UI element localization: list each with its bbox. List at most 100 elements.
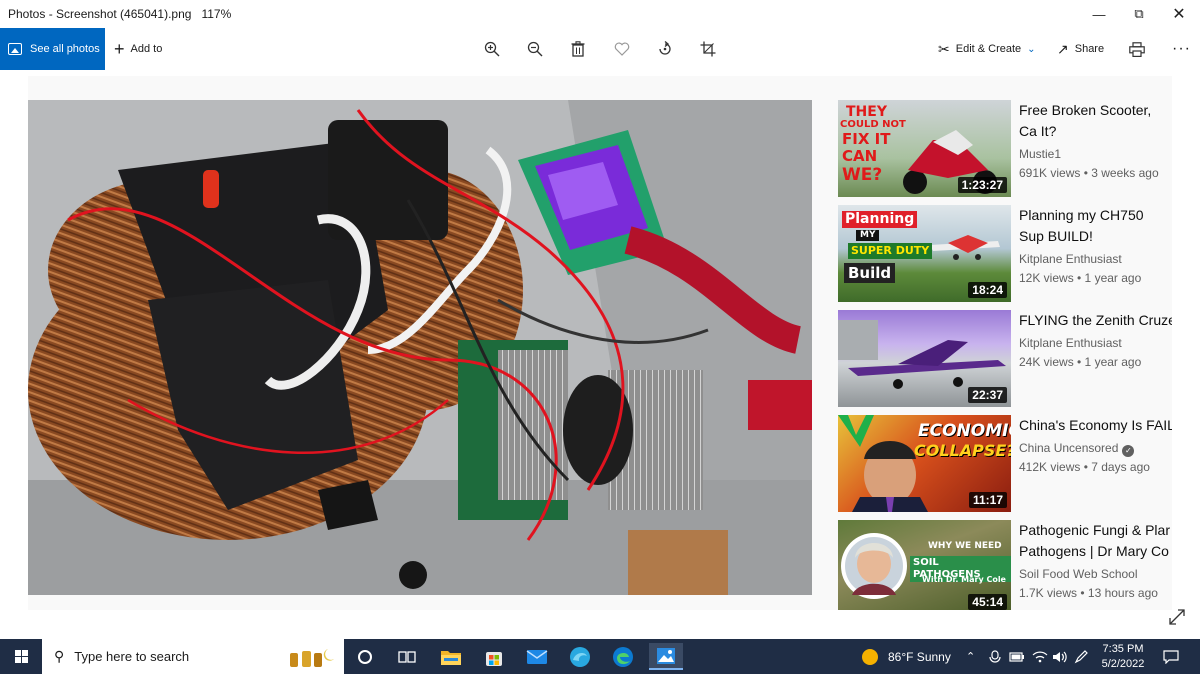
windows-icon — [14, 650, 28, 663]
video-thumbnail[interactable]: WHY WE NEED SOIL PATHOGENS With Dr. Mary… — [838, 520, 1011, 610]
edit-create-icon: ✂ — [938, 40, 950, 57]
video-meta: 691K views • 3 weeks ago — [1019, 166, 1159, 180]
video-duration: 11:17 — [968, 492, 1007, 508]
search-highlight-icon — [282, 645, 338, 669]
video-item[interactable]: 22:37 FLYING the Zenith Cruze Kitplane E… — [838, 310, 1172, 408]
volume-icon[interactable] — [1052, 639, 1068, 674]
add-to-label: Add to — [130, 43, 163, 55]
video-title[interactable]: Planning my CH750 Sup BUILD! — [1019, 205, 1172, 247]
task-view-icon[interactable] — [390, 643, 424, 670]
edit-create-label: Edit & Create — [955, 43, 1022, 55]
restore-icon[interactable]: ⧉ — [1119, 0, 1159, 28]
video-duration: 18:24 — [968, 282, 1007, 298]
video-duration: 1:23:27 — [957, 177, 1007, 193]
thumb-title-line: WHY WE NEED — [928, 541, 1002, 551]
browser-icon[interactable] — [563, 643, 597, 670]
video-meta: 12K views • 1 year ago — [1019, 271, 1142, 285]
title-bar: Photos - Screenshot (465041).png 117% — … — [0, 0, 1200, 28]
pen-icon[interactable] — [1074, 639, 1088, 674]
share-button[interactable]: ↗ Share — [1057, 28, 1104, 70]
chevron-down-icon: ⌄ — [1027, 43, 1036, 55]
taskbar-search[interactable]: ⚲ Type here to search — [42, 639, 344, 674]
video-thumbnail[interactable]: THEY COULD NOT FIX IT CAN WE? 1:23:27 — [838, 100, 1011, 197]
notifications-icon[interactable] — [1163, 639, 1179, 674]
start-button[interactable] — [0, 639, 42, 674]
video-meta: 24K views • 1 year ago — [1019, 355, 1142, 369]
video-title[interactable]: Free Broken Scooter, Ca It? — [1019, 100, 1172, 142]
wifi-icon[interactable] — [1032, 639, 1048, 674]
video-item[interactable]: WHY WE NEED SOIL PATHOGENS With Dr. Mary… — [838, 520, 1172, 610]
thumb-title-line: COLLAPSE? — [914, 441, 1011, 460]
video-channel[interactable]: China Uncensored ✓ — [1019, 441, 1135, 457]
plus-icon: + — [114, 38, 125, 59]
video-channel[interactable]: Soil Food Web School — [1019, 567, 1138, 581]
search-placeholder: Type here to search — [74, 649, 190, 664]
video-item[interactable]: Planning MY SUPER DUTY Build 18:24 Plann… — [838, 205, 1172, 303]
video-title[interactable]: FLYING the Zenith Cruze — [1019, 310, 1172, 331]
zoom-in-icon[interactable] — [482, 39, 502, 59]
video-channel[interactable]: Mustie1 — [1019, 147, 1061, 161]
clock-date: 5/2/2022 — [1101, 658, 1145, 670]
toolbar: See all photos + Add to ✂ Edit & Create … — [0, 28, 1200, 70]
video-channel[interactable]: Kitplane Enthusiast — [1019, 336, 1122, 350]
video-meta: 1.7K views • 13 hours ago — [1019, 586, 1158, 600]
window-title: Photos - Screenshot (465041).png — [8, 7, 192, 21]
rotate-icon[interactable] — [655, 39, 675, 59]
crop-icon[interactable] — [698, 39, 718, 59]
verified-icon: ✓ — [1122, 445, 1135, 457]
video-channel[interactable]: Kitplane Enthusiast — [1019, 252, 1122, 266]
see-all-photos-button[interactable]: See all photos — [0, 28, 105, 70]
delete-icon[interactable] — [568, 39, 588, 59]
printer-icon — [1129, 41, 1145, 57]
see-all-photos-label: See all photos — [30, 43, 100, 55]
print-button[interactable] — [1129, 28, 1145, 70]
share-label: Share — [1074, 43, 1105, 55]
mail-icon[interactable] — [520, 643, 554, 670]
share-icon: ↗ — [1057, 40, 1069, 57]
taskbar: ⚲ Type here to search 86°F Sunny ⌃ 7:35 … — [0, 639, 1200, 674]
video-item[interactable]: ECONOMIC COLLAPSE? 11:17 China's Economy… — [838, 415, 1172, 513]
heart-icon[interactable] — [612, 39, 632, 59]
cortana-icon[interactable] — [348, 643, 382, 670]
main-photo[interactable] — [28, 100, 812, 595]
video-title[interactable]: China's Economy Is FAIL — [1019, 415, 1172, 436]
thumb-title-line: WE? — [842, 165, 883, 185]
weather-text: 86°F Sunny — [888, 649, 951, 664]
zoom-level: 117% — [201, 7, 232, 21]
photos-app-window: Photos - Screenshot (465041).png 117% — … — [0, 0, 1200, 674]
edge-icon[interactable] — [606, 643, 640, 670]
edit-create-button[interactable]: ✂ Edit & Create ⌄ — [938, 28, 1036, 70]
file-explorer-icon[interactable] — [434, 643, 468, 670]
weather-widget[interactable]: 86°F Sunny — [862, 639, 951, 674]
sun-icon — [862, 648, 878, 665]
close-icon[interactable]: ✕ — [1159, 0, 1199, 28]
video-thumbnail[interactable]: 22:37 — [838, 310, 1011, 407]
video-channel-name: China Uncensored — [1019, 441, 1119, 455]
video-item[interactable]: THEY COULD NOT FIX IT CAN WE? 1:23:27 Fr… — [838, 100, 1172, 198]
show-hidden-icons[interactable]: ⌃ — [966, 639, 975, 674]
video-title[interactable]: Pathogenic Fungi & Plar Pathogens | Dr M… — [1019, 520, 1172, 562]
clock-time: 7:35 PM — [1102, 643, 1144, 655]
clock[interactable]: 7:35 PM 5/2/2022 — [1096, 642, 1150, 672]
video-thumbnail[interactable]: ECONOMIC COLLAPSE? 11:17 — [838, 415, 1011, 512]
thumb-title-line: MY — [856, 230, 880, 241]
video-thumbnail[interactable]: Planning MY SUPER DUTY Build 18:24 — [838, 205, 1011, 302]
add-to-button[interactable]: + Add to — [114, 28, 162, 70]
thumb-title-line: Build — [844, 263, 896, 283]
meet-now-icon[interactable] — [989, 639, 1001, 674]
thumb-title-line: SUPER DUTY — [848, 243, 933, 259]
battery-icon[interactable] — [1009, 639, 1025, 674]
expand-icon[interactable] — [1168, 608, 1188, 628]
thumb-title-line: Planning — [842, 211, 918, 228]
more-options-icon[interactable]: ··· — [1172, 28, 1191, 70]
zoom-out-icon[interactable] — [525, 39, 545, 59]
thumb-title-line: ECONOMIC — [918, 421, 1011, 441]
thumb-title-line: THEY — [846, 104, 887, 120]
photos-taskbar-icon[interactable] — [649, 643, 683, 670]
search-icon: ⚲ — [54, 648, 65, 664]
video-duration: 45:14 — [968, 594, 1007, 610]
video-meta: 412K views • 7 days ago — [1019, 460, 1150, 474]
gallery-icon — [8, 43, 22, 55]
minimize-icon[interactable]: — — [1079, 0, 1119, 28]
store-icon[interactable] — [477, 643, 511, 670]
